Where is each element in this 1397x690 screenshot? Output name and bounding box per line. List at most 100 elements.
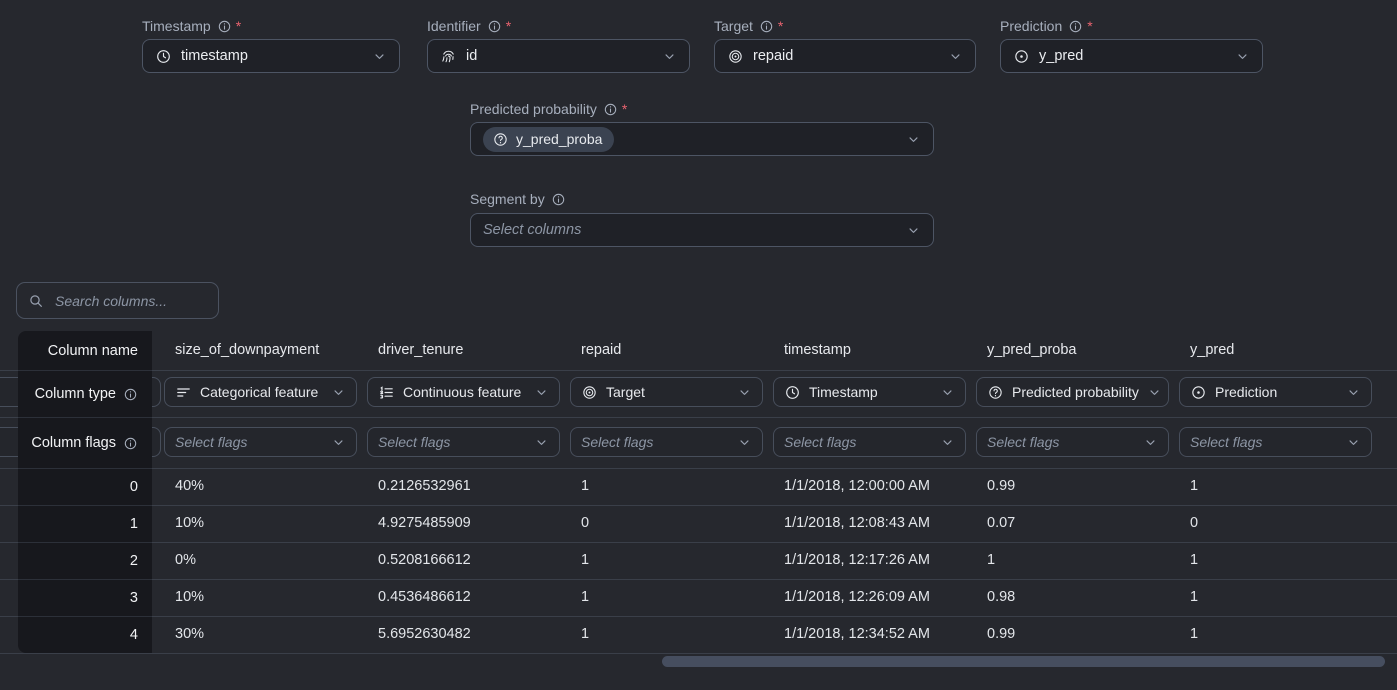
clock-icon (784, 384, 801, 401)
column-type-select-driver_tenure[interactable]: Continuous feature (367, 377, 560, 407)
column-flags-row-header: Column flags (18, 418, 138, 468)
row-index: 0 (18, 468, 138, 505)
segment-by-field-label: Segment by (470, 190, 566, 208)
chevron-down-icon (906, 223, 921, 238)
search-icon (28, 293, 44, 309)
column-type-select-timestamp[interactable]: Timestamp (773, 377, 966, 407)
search-columns-input[interactable] (53, 292, 207, 310)
table-cell: 5.6952630482 (378, 616, 471, 653)
chevron-down-icon (534, 385, 549, 400)
chevron-down-icon (940, 435, 955, 450)
required-asterisk: * (1087, 18, 1092, 34)
question-circle-icon (987, 384, 1004, 401)
column-header-y_pred_proba: y_pred_proba (987, 331, 1077, 370)
row-index: 3 (18, 579, 138, 616)
table-cell: 0.2126532961 (378, 468, 471, 505)
predicted-probability-chip[interactable]: y_pred_proba (483, 127, 614, 152)
row-separator (0, 417, 1397, 418)
target-icon (581, 384, 598, 401)
chevron-down-icon (331, 385, 346, 400)
info-icon[interactable] (1068, 19, 1083, 34)
column-header-y_pred: y_pred (1190, 331, 1234, 370)
predicted-probability-field-label: Predicted probability * (470, 100, 627, 118)
column-name-row-header: Column name (18, 331, 138, 370)
prediction-select[interactable]: y_pred (1000, 39, 1263, 73)
column-header-size_of_downpayment: size_of_downpayment (175, 331, 319, 370)
identifier-field-label: Identifier * (427, 17, 511, 35)
table-cell: 30% (175, 616, 204, 653)
chevron-down-icon (662, 49, 677, 64)
sticky-first-column: Column name Column type Column flags 0 1… (18, 331, 152, 653)
chevron-down-icon (906, 132, 921, 147)
info-icon[interactable] (123, 387, 138, 402)
column-flags-select-driver_tenure[interactable]: Select flags (367, 427, 560, 457)
row-index: 4 (18, 616, 138, 653)
question-circle-icon (492, 131, 509, 148)
chevron-down-icon (737, 435, 752, 450)
row-separator (0, 616, 1397, 617)
chevron-down-icon (940, 385, 955, 400)
table-cell: 1/1/2018, 12:08:43 AM (784, 505, 930, 542)
row-index: 2 (18, 542, 138, 579)
info-icon[interactable] (551, 192, 566, 207)
table-cell: 1/1/2018, 12:00:00 AM (784, 468, 930, 505)
table-cell: 40% (175, 468, 204, 505)
horizontal-scrollbar-thumb[interactable] (662, 656, 1385, 667)
table-cell: 1/1/2018, 12:34:52 AM (784, 616, 930, 653)
row-separator (0, 505, 1397, 506)
table-cell: 1 (1190, 579, 1198, 616)
table-cell: 1 (581, 542, 589, 579)
continuous-feature-icon (378, 384, 395, 401)
target-select[interactable]: repaid (714, 39, 976, 73)
column-header-repaid: repaid (581, 331, 621, 370)
required-asterisk: * (236, 18, 241, 34)
info-icon[interactable] (217, 19, 232, 34)
timestamp-select[interactable]: timestamp (142, 39, 400, 73)
column-type-select-y_pred_proba[interactable]: Predicted probability (976, 377, 1169, 407)
table-cell: 0.99 (987, 468, 1015, 505)
chevron-down-icon (372, 49, 387, 64)
chevron-down-icon (534, 435, 549, 450)
column-flags-select-timestamp[interactable]: Select flags (773, 427, 966, 457)
table-cell: 0.07 (987, 505, 1015, 542)
table-cell: 1 (1190, 542, 1198, 579)
column-type-select-repaid[interactable]: Target (570, 377, 763, 407)
table-cell: 1 (1190, 468, 1198, 505)
search-columns-box[interactable] (16, 282, 219, 319)
prediction-select-value: y_pred (1039, 48, 1083, 64)
table-cell: 1 (581, 468, 589, 505)
column-header-driver_tenure: driver_tenure (378, 331, 463, 370)
prediction-icon (1190, 384, 1207, 401)
segment-by-select[interactable]: Select columns (470, 213, 934, 247)
required-asterisk: * (622, 101, 627, 117)
column-flags-select-size_of_downpayment[interactable]: Select flags (164, 427, 357, 457)
target-select-value: repaid (753, 48, 793, 64)
chevron-down-icon (948, 49, 963, 64)
column-flags-select-y_pred[interactable]: Select flags (1179, 427, 1372, 457)
column-flags-select-repaid[interactable]: Select flags (570, 427, 763, 457)
info-icon[interactable] (603, 102, 618, 117)
target-icon (727, 48, 744, 65)
column-flags-select-y_pred_proba[interactable]: Select flags (976, 427, 1169, 457)
identifier-select[interactable]: id (427, 39, 690, 73)
table-cell: 0 (1190, 505, 1198, 542)
table-cell: 10% (175, 579, 204, 616)
info-icon[interactable] (487, 19, 502, 34)
chevron-down-icon (1346, 385, 1361, 400)
prediction-field-label: Prediction * (1000, 17, 1093, 35)
table-cell: 0.99 (987, 616, 1015, 653)
info-icon[interactable] (123, 436, 138, 451)
column-type-select-size_of_downpayment[interactable]: Categorical feature (164, 377, 357, 407)
timestamp-field-label: Timestamp * (142, 17, 241, 35)
table-cell: 0% (175, 542, 196, 579)
table-cell: 1 (1190, 616, 1198, 653)
row-separator (0, 370, 1397, 371)
row-separator (0, 579, 1397, 580)
column-type-select-y_pred[interactable]: Prediction (1179, 377, 1372, 407)
info-icon[interactable] (759, 19, 774, 34)
predicted-probability-select[interactable]: y_pred_proba (470, 122, 934, 156)
table-cell: 1 (581, 579, 589, 616)
table-cell: 0.98 (987, 579, 1015, 616)
table-cell: 1 (987, 542, 995, 579)
prediction-icon (1013, 48, 1030, 65)
